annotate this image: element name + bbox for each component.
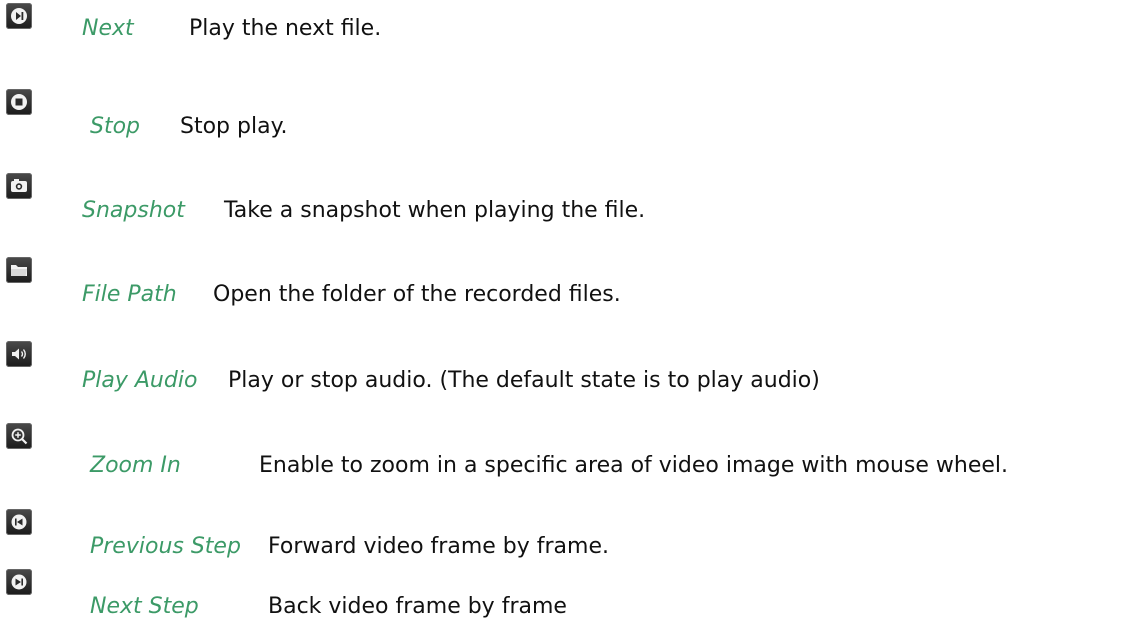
term-label: Zoom In xyxy=(90,453,181,478)
list-item: Snapshot Take a snapshot when playing th… xyxy=(0,170,1136,230)
description-text: Play the next file. xyxy=(189,16,382,41)
term-label: Next Step xyxy=(90,594,199,619)
speaker-icon[interactable] xyxy=(6,341,32,367)
description-text: Stop play. xyxy=(180,114,288,139)
description-text: Open the folder of the recorded files. xyxy=(213,282,621,307)
term-label: Snapshot xyxy=(82,198,185,223)
list-item: Play Audio Play or stop audio. (The defa… xyxy=(0,338,1136,398)
term-label: Previous Step xyxy=(90,534,241,559)
description-text: Back video frame by frame xyxy=(268,594,567,619)
term-label: File Path xyxy=(82,282,177,307)
camera-icon[interactable] xyxy=(6,173,32,199)
next-step-icon[interactable] xyxy=(6,569,32,595)
description-text: Forward video frame by frame. xyxy=(268,534,609,559)
stop-icon[interactable] xyxy=(6,89,32,115)
folder-icon[interactable] xyxy=(6,257,32,283)
description-text: Play or stop audio. (The default state i… xyxy=(228,368,820,393)
list-item: Stop Stop play. xyxy=(0,86,1136,146)
term-label: Next xyxy=(82,16,134,41)
term-label: Stop xyxy=(90,114,141,139)
zoom-in-icon[interactable] xyxy=(6,423,32,449)
description-text: Enable to zoom in a specific area of vid… xyxy=(259,453,1008,478)
list-item: Next Play the next file. xyxy=(0,0,1136,60)
list-item: File Path Open the folder of the recorde… xyxy=(0,254,1136,314)
list-item: Next Step Back video frame by frame xyxy=(0,566,1136,626)
list-item: Previous Step Forward video frame by fra… xyxy=(0,506,1136,566)
previous-step-icon[interactable] xyxy=(6,509,32,535)
list-item: Zoom In Enable to zoom in a specific are… xyxy=(0,420,1136,480)
term-label: Play Audio xyxy=(82,368,198,393)
description-text: Take a snapshot when playing the file. xyxy=(224,198,646,223)
next-file-icon[interactable] xyxy=(6,3,32,29)
